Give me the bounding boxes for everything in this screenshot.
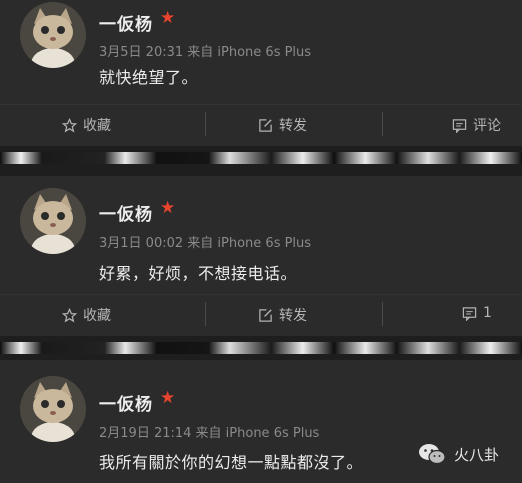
favorite-button[interactable]: 收藏	[62, 305, 111, 325]
divider	[205, 112, 206, 136]
cat-avatar-icon	[20, 2, 86, 68]
cat-avatar-icon	[20, 188, 86, 254]
star-outline-icon	[62, 307, 77, 322]
watermark-label: 火八卦	[454, 445, 500, 464]
edit-square-icon	[259, 308, 272, 322]
divider	[382, 112, 383, 136]
post-text: 就快绝望了。	[99, 68, 199, 87]
star-icon: ★	[160, 198, 176, 218]
weibo-post: 一仮杨 ★ 3月5日 20:31 来自 iPhone 6s Plus 就快绝望了…	[0, 0, 522, 146]
divider	[382, 302, 383, 326]
edit-square-icon	[259, 118, 272, 132]
comment-bubble-icon	[462, 306, 477, 321]
action-bar: 收藏 转发 1	[0, 294, 522, 333]
weibo-post: 一仮杨 ★ 3月1日 00:02 来自 iPhone 6s Plus 好累，好烦…	[0, 176, 522, 336]
favorite-label: 收藏	[83, 308, 111, 324]
username[interactable]: 一仮杨	[99, 200, 153, 225]
cat-avatar-icon	[20, 376, 86, 442]
post-meta: 3月5日 20:31 来自 iPhone 6s Plus	[99, 45, 312, 60]
avatar[interactable]	[20, 376, 86, 442]
repost-button[interactable]: 转发	[258, 115, 307, 135]
post-meta: 3月1日 00:02 来自 iPhone 6s Plus	[99, 236, 312, 251]
star-icon: ★	[160, 8, 176, 28]
action-bar: 收藏 转发 评论	[0, 104, 522, 143]
favorite-label: 收藏	[83, 118, 111, 134]
star-icon: ★	[160, 388, 176, 408]
avatar[interactable]	[20, 188, 86, 254]
username[interactable]: 一仮杨	[99, 390, 153, 415]
comment-button[interactable]: 1	[462, 305, 492, 321]
repost-label: 转发	[279, 118, 307, 134]
comment-button[interactable]: 评论	[452, 115, 501, 135]
comment-label: 评论	[473, 118, 501, 134]
favorite-button[interactable]: 收藏	[62, 115, 111, 135]
username[interactable]: 一仮杨	[99, 10, 153, 35]
divider-strip	[0, 152, 522, 164]
watermark: 火八卦	[418, 443, 499, 465]
repost-button[interactable]: 转发	[258, 305, 307, 325]
post-header: 一仮杨 ★ 3月1日 00:02 来自 iPhone 6s Plus 好累，好烦…	[0, 176, 522, 294]
divider	[205, 302, 206, 326]
comment-count: 1	[483, 305, 492, 321]
post-text: 好累，好烦，不想接电话。	[99, 264, 298, 283]
star-outline-icon	[62, 117, 77, 132]
divider-strip	[0, 342, 522, 354]
comment-bubble-icon	[452, 118, 467, 133]
repost-label: 转发	[279, 308, 307, 324]
avatar[interactable]	[20, 2, 86, 68]
post-meta: 2月19日 21:14 来自 iPhone 6s Plus	[99, 426, 320, 441]
post-text: 我所有關於你的幻想一點點都沒了。	[99, 453, 364, 472]
post-header: 一仮杨 ★ 3月5日 20:31 来自 iPhone 6s Plus 就快绝望了…	[0, 0, 522, 104]
wechat-icon	[419, 444, 446, 465]
